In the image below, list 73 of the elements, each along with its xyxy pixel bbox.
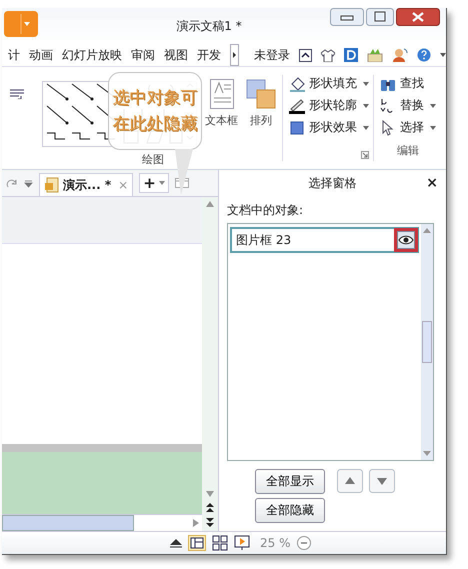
menu-tab[interactable]: 计 (8, 46, 20, 64)
shape-command[interactable]: 形状轮廓 (289, 97, 369, 114)
scroll-thumb[interactable] (422, 321, 432, 363)
callout-text: 在此处隐藏 (112, 114, 198, 134)
app-menu-icon[interactable] (4, 11, 38, 37)
minimize-button[interactable] (330, 8, 364, 26)
next-slide-icon[interactable] (206, 518, 214, 527)
zoom-level: 25 % (260, 536, 290, 550)
close-button[interactable]: × (426, 175, 438, 191)
previous-slide-icon[interactable] (206, 503, 214, 512)
menu-tab[interactable]: 动画 (29, 46, 53, 64)
menu-tab[interactable]: 视图 (164, 46, 188, 64)
arrange-label: 排列 (250, 113, 272, 128)
pen-icon (289, 98, 305, 114)
text-box-icon[interactable] (210, 79, 234, 109)
edit-command[interactable]: 替换 (380, 97, 436, 114)
move-up-button[interactable] (337, 469, 363, 493)
objects-label: 文档中的对象: (227, 202, 304, 219)
shape-command[interactable]: 形状填充 (289, 75, 369, 92)
customize-icon[interactable] (24, 178, 33, 188)
text-box-label: 文本框 (205, 113, 238, 128)
pane-title: 选择窗格 (308, 174, 356, 192)
dropdown-caret-icon (158, 181, 165, 185)
pointer-icon (380, 120, 396, 136)
redo-icon[interactable] (6, 177, 18, 189)
up-triangle-icon[interactable] (170, 538, 182, 548)
presentation-file-icon (44, 177, 60, 193)
shirt-icon[interactable] (321, 48, 335, 62)
object-row[interactable]: 图片框 23 (230, 227, 419, 253)
dropdown-caret-icon (363, 82, 369, 86)
dropdown-caret-icon[interactable] (440, 53, 446, 57)
dropdown-caret-icon (363, 104, 369, 108)
callout-text: 选中对象可 (112, 88, 198, 108)
more-tabs-icon[interactable] (230, 44, 239, 66)
menu-tab[interactable]: 幻灯片放映 (62, 46, 122, 64)
normal-view-icon[interactable] (188, 535, 206, 551)
scroll-down-icon[interactable] (206, 491, 214, 497)
show-all-button[interactable]: 全部显示 (255, 469, 325, 494)
group-label: 编辑 (396, 143, 420, 158)
user-icon[interactable] (392, 48, 408, 62)
dropdown-caret-icon (363, 126, 369, 130)
edit-command[interactable]: 选择 (380, 119, 436, 136)
scroll-right-icon[interactable] (193, 519, 199, 527)
close-button[interactable] (396, 8, 440, 26)
window-title: 演示文稿1 * (175, 18, 243, 34)
slideshow-icon[interactable] (234, 535, 250, 551)
paragraph-icon[interactable] (10, 89, 24, 99)
d-logo-icon[interactable] (344, 48, 358, 62)
document-tab[interactable]: 演示... * × (39, 173, 134, 196)
help-icon[interactable] (417, 48, 431, 62)
hide-all-button[interactable]: 全部隐藏 (255, 498, 325, 523)
arrange-icon[interactable] (246, 79, 276, 109)
eye-icon[interactable] (397, 231, 415, 249)
dialog-launcher-icon[interactable] (361, 151, 369, 159)
menu-tab[interactable]: 开发 (197, 46, 221, 64)
square-icon (289, 120, 305, 136)
group-label: 绘图 (142, 152, 164, 167)
scroll-up-icon[interactable] (206, 201, 214, 207)
login-status[interactable]: 未登录 (254, 46, 290, 64)
move-down-button[interactable] (369, 469, 395, 493)
collapse-ribbon-icon[interactable] (299, 48, 312, 62)
slide-sorter-icon[interactable] (212, 535, 228, 551)
menu-tab[interactable]: 审阅 (131, 46, 155, 64)
scroll-down-icon[interactable] (423, 451, 431, 456)
new-tab-button[interactable]: + (139, 173, 169, 193)
shape-command[interactable]: 形状效果 (289, 119, 369, 136)
zoom-out-button[interactable] (296, 536, 310, 550)
paint-bucket-icon (289, 76, 305, 92)
scroll-thumb[interactable] (2, 515, 134, 531)
edit-command[interactable]: 查找 (380, 75, 436, 92)
scroll-up-icon[interactable] (423, 228, 431, 233)
maximize-button[interactable] (366, 8, 394, 26)
mailbox-icon[interactable] (367, 48, 383, 62)
